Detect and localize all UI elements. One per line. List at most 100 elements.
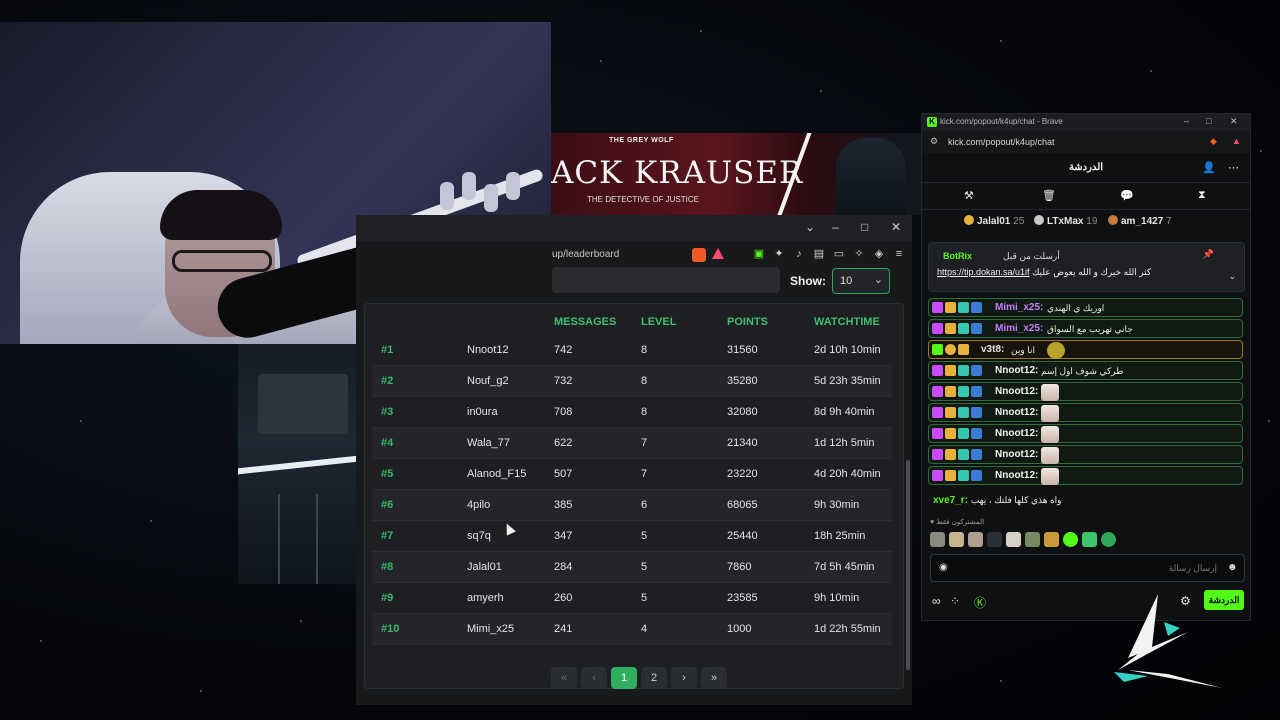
top-chatter-3[interactable]: am_1427 7 [1108,215,1172,227]
more-options-icon[interactable]: ⋯ [1228,161,1239,174]
chat-username[interactable]: Nnoot12: [995,470,1038,481]
kick-extension-icon[interactable]: ▣ [752,247,766,261]
table-row[interactable]: #5 Alanod_F15 507 7 23220 4d 20h 40min [372,459,892,490]
col-header-level[interactable]: LEVEL [641,316,676,328]
chat-message[interactable]: Mimi_x25: اوريك ي الهندي [928,298,1243,317]
chat-message[interactable]: v3t8: انا وين [928,340,1243,359]
brave-shield-icon[interactable] [692,248,706,262]
leo-ai-icon[interactable]: ✧ [852,247,866,261]
chat-message[interactable]: Nnoot12: [928,403,1243,422]
emoji-icon[interactable]: ☻ [1227,562,1238,573]
show-count-select[interactable]: 10 ⌄ [832,268,890,294]
next-page-button[interactable]: › [671,667,697,689]
url-text[interactable]: up/leaderboard [552,249,619,260]
chat-message-input[interactable] [961,559,1217,577]
emote-image [1041,447,1059,464]
chat-username[interactable]: Nnoot12: [995,449,1038,460]
last-page-button[interactable]: » [701,667,727,689]
close-button[interactable]: ✕ [891,220,901,234]
chat-message[interactable]: Nnoot12: [928,445,1243,464]
users-icon[interactable]: 👤 [1202,161,1216,174]
level-cell: 5 [641,592,648,604]
chat-username[interactable]: Nnoot12: [995,428,1038,439]
shield-icon[interactable]: ◉ [939,562,948,573]
minimize-button[interactable]: – [832,220,839,234]
chat-username[interactable]: Nnoot12: [995,407,1038,418]
emote-button[interactable] [987,532,1002,547]
chat-message[interactable]: Nnoot12: [928,466,1243,485]
col-header-points[interactable]: POINTS [727,316,768,328]
extensions-icon[interactable]: ✦ [772,247,786,261]
chat-username[interactable]: Nnoot12: [995,386,1038,397]
table-row[interactable]: #2 Nouf_g2 732 8 35280 5d 23h 35min [372,366,892,397]
emote-button[interactable] [1044,532,1059,547]
chat-username[interactable]: Nnoot12: [995,365,1038,376]
chat-message[interactable]: Nnoot12: [928,424,1243,443]
brave-rewards-icon[interactable] [712,248,724,259]
chevron-down-icon[interactable]: ⌄ [1228,271,1236,282]
chevron-down-icon[interactable]: ⌄ [805,220,815,234]
watchtime-cell: 1d 22h 55min [814,623,881,635]
table-row[interactable]: #7 sq7q 347 5 25440 18h 25min [372,521,892,552]
emote-button[interactable] [1082,532,1097,547]
emote-button[interactable] [1006,532,1021,547]
emote-button[interactable] [968,532,983,547]
table-row[interactable]: #4 Wala_77 622 7 21340 1d 12h 5min [372,428,892,459]
emote-button[interactable] [1101,532,1116,547]
music-icon[interactable]: ♪ [792,247,806,261]
chat-username[interactable]: xve7_r: [933,495,968,506]
chat-username[interactable]: v3t8: [981,344,1004,355]
chat-text: انا وين [1011,345,1035,355]
table-row[interactable]: #10 Mimi_x25 241 4 1000 1d 22h 55min [372,614,892,645]
chat-message[interactable]: Mimi_x25: جاني تهريب مع السواق [928,319,1243,338]
hourglass-icon[interactable]: ⧗ [1198,189,1206,202]
emote-button[interactable] [1063,532,1078,547]
table-row[interactable]: #9 amyerh 260 5 23585 9h 10min [372,583,892,614]
chat-message[interactable]: Nnoot12: طركي شوف اول إسم [928,361,1243,380]
close-button[interactable]: ✕ [1230,116,1238,127]
maximize-button[interactable]: □ [1206,116,1211,126]
scrollbar[interactable] [906,460,910,670]
first-page-button[interactable]: « [551,667,577,689]
infinity-icon[interactable]: ∞ [932,594,941,608]
top-chatter-1[interactable]: Jalal01 25 [964,215,1024,227]
search-input[interactable] [552,267,780,293]
wallet-icon[interactable]: ▭ [832,247,846,261]
page-2-button[interactable]: 2 [641,667,667,689]
page-1-button[interactable]: 1 [611,667,637,689]
chat-username[interactable]: Mimi_x25: [995,323,1043,334]
pinned-message[interactable]: 📌 BotRix أرسلت من قبل https://tip.dokan.… [928,242,1245,292]
table-row[interactable]: #6 4pilo 385 6 68065 9h 30min [372,490,892,521]
menu-icon[interactable]: ≡ [892,247,906,261]
sidebar-icon[interactable]: ▤ [812,247,826,261]
chat-address-bar[interactable]: ⚙ kick.com/popout/k4up/chat ◆ ▲ [922,131,1250,153]
col-header-watchtime[interactable]: WATCHTIME [814,316,880,328]
col-header-messages[interactable]: MESSAGES [554,316,616,328]
kick-k-icon[interactable]: Ⓚ [974,594,986,611]
minimize-button[interactable]: – [1184,116,1189,126]
emote-button[interactable] [930,532,945,547]
brave-rewards-icon[interactable]: ▲ [1232,136,1241,146]
ban-hammer-icon[interactable]: ⚒ [964,189,974,202]
chat-url-text[interactable]: kick.com/popout/k4up/chat [948,137,1055,147]
site-info-icon[interactable]: ⚙ [930,136,938,147]
chat-message[interactable]: Nnoot12: [928,382,1243,401]
chat-username[interactable]: Mimi_x25: [995,302,1043,313]
chat-message[interactable]: xve7_r: واه هذي كلها فلتك ، يهب [933,495,1062,506]
trash-icon[interactable]: 🗑 [1042,189,1056,202]
dots-icon[interactable]: ⁘ [950,594,960,608]
pin-icon[interactable]: 📌 [1203,249,1214,260]
pinned-link[interactable]: https://tip.dokan.sa/u1if [937,267,1030,277]
chat-bubble-icon[interactable]: 💬 [1120,189,1134,202]
top-chatter-2[interactable]: LTxMax 19 [1034,215,1097,227]
emote-button[interactable] [1025,532,1040,547]
prev-page-button[interactable]: ‹ [581,667,607,689]
vpn-shield-icon[interactable]: ◈ [872,247,886,261]
table-row[interactable]: #8 Jalal01 284 5 7860 7d 5h 45min [372,552,892,583]
table-row[interactable]: #3 in0ura 708 8 32080 8d 9h 40min [372,397,892,428]
table-row[interactable]: #1 Nnoot12 742 8 31560 2d 10h 10min [372,335,892,366]
emote-button[interactable] [949,532,964,547]
address-bar[interactable]: up/leaderboard ▣ ✦ ♪ ▤ ▭ ✧ ◈ ≡ [356,243,912,269]
maximize-button[interactable]: □ [861,220,868,234]
brave-shield-icon[interactable]: ◆ [1210,136,1217,147]
